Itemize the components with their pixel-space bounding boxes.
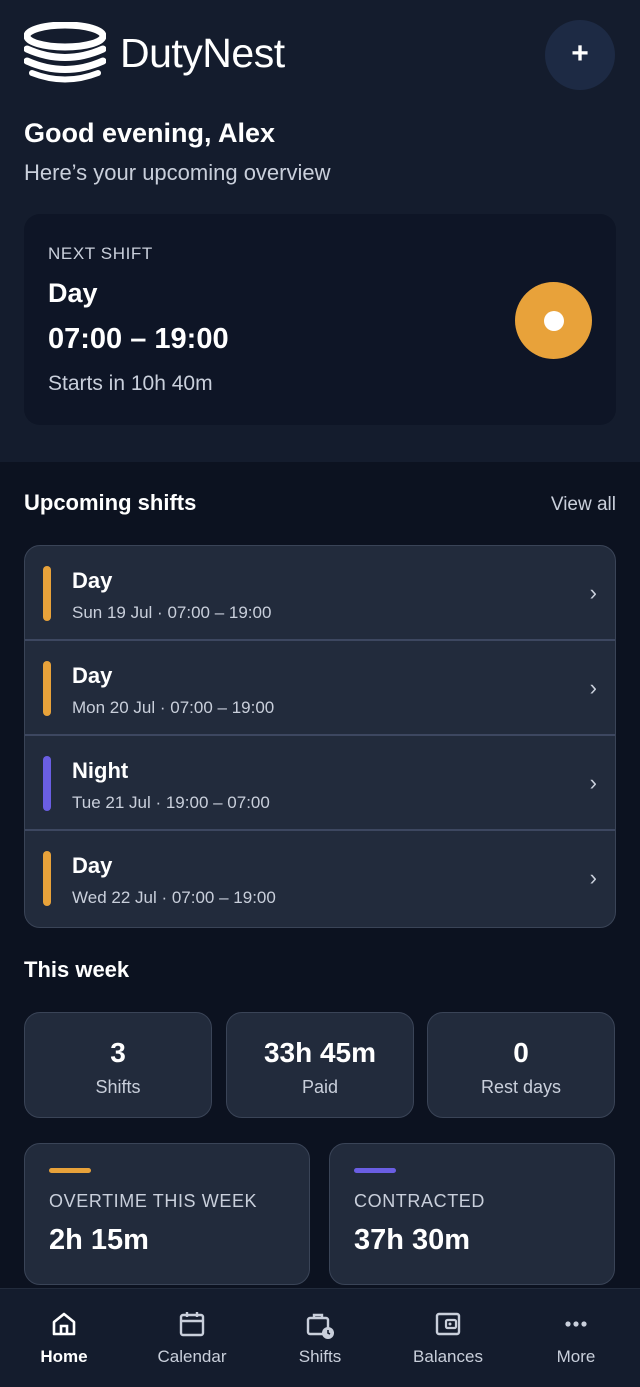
app-name: DutyNest [120, 29, 285, 76]
overtime-label: OVERTIME THIS WEEK [49, 1191, 258, 1211]
next-shift-time: 07:00 – 19:00 [48, 323, 229, 355]
stat-value: 33h 45m [263, 1037, 377, 1068]
tab-more[interactable]: More [512, 1289, 640, 1387]
stat-value: 0 [513, 1037, 529, 1068]
stat-rest-days-card: 0 Rest days [427, 1012, 615, 1118]
overtime-accent-line [49, 1168, 91, 1173]
tab-balances[interactable]: Balances [384, 1289, 512, 1387]
stat-shifts-card: 3 Shifts [24, 1012, 212, 1118]
contracted-accent-line [354, 1168, 396, 1173]
chevron-right-icon: › [589, 865, 597, 890]
tab-label: Balances [413, 1347, 483, 1366]
next-shift-countdown: Starts in 10h 40m [48, 372, 213, 395]
upcoming-shifts-title: Upcoming shifts [24, 490, 197, 515]
this-week-title: This week [24, 957, 130, 982]
chevron-right-icon: › [589, 770, 597, 795]
contracted-value: 37h 30m [354, 1224, 471, 1256]
shift-row[interactable]: Night Tue 21 Jul · 19:00 – 07:00 › [25, 736, 615, 831]
home-icon [52, 1312, 76, 1336]
shift-date-time: Sun 19 Jul · 07:00 – 19:00 [72, 603, 272, 622]
logo-icon [24, 22, 106, 83]
add-shift-button[interactable]: + [545, 20, 615, 90]
stat-paid-card: 33h 45m Paid [226, 1012, 414, 1118]
header-section: DutyNest + Good evening, Alex Here’s you… [0, 0, 640, 462]
shift-type: Night [72, 758, 129, 783]
shift-color-bar [43, 661, 51, 716]
view-all-link[interactable]: View all [551, 494, 616, 516]
stat-label: Paid [301, 1077, 339, 1097]
upcoming-shifts-list: Day Sun 19 Jul · 07:00 – 19:00 › Day Mon… [24, 545, 616, 928]
tab-label: Shifts [298, 1347, 342, 1366]
tab-calendar[interactable]: Calendar [128, 1289, 256, 1387]
plus-icon: + [571, 37, 589, 70]
sun-icon [515, 282, 592, 359]
chevron-right-icon: › [589, 675, 597, 700]
shift-type: Day [72, 568, 113, 593]
shift-row[interactable]: Day Wed 22 Jul · 07:00 – 19:00 › [25, 831, 615, 926]
shift-row[interactable]: Day Sun 19 Jul · 07:00 – 19:00 › [25, 546, 615, 641]
overtime-card: OVERTIME THIS WEEK 2h 15m [24, 1143, 310, 1285]
shift-type: Day [72, 853, 113, 878]
shift-date-time: Wed 22 Jul · 07:00 – 19:00 [72, 888, 276, 907]
next-shift-type: Day [48, 278, 98, 308]
shift-color-bar [43, 851, 51, 906]
tab-label: More [556, 1347, 596, 1366]
calendar-icon [179, 1312, 205, 1337]
overtime-value: 2h 15m [49, 1224, 149, 1256]
next-shift-label: NEXT SHIFT [48, 244, 153, 263]
shift-type: Day [72, 663, 113, 688]
chevron-right-icon: › [589, 580, 597, 605]
greeting-subtitle: Here’s your upcoming overview [24, 160, 331, 185]
bottom-tab-bar: Home Calendar Shifts Balances More [0, 1288, 640, 1387]
stat-value: 3 [110, 1037, 126, 1068]
shift-row[interactable]: Day Mon 20 Jul · 07:00 – 19:00 › [25, 641, 615, 736]
tab-label: Calendar [157, 1347, 227, 1366]
shifts-icon [306, 1313, 334, 1339]
stat-label: Shifts [95, 1077, 141, 1097]
shift-date-time: Mon 20 Jul · 07:00 – 19:00 [72, 698, 275, 717]
shift-color-bar [43, 756, 51, 811]
stat-label: Rest days [480, 1077, 562, 1097]
contracted-label: CONTRACTED [354, 1191, 485, 1211]
next-shift-card[interactable]: NEXT SHIFT Day 07:00 – 19:00 Starts in 1… [24, 214, 616, 425]
app-logo: DutyNest [24, 22, 285, 84]
tab-shifts[interactable]: Shifts [256, 1289, 384, 1387]
tab-label: Home [40, 1347, 88, 1366]
greeting-title: Good evening, Alex [24, 118, 276, 148]
tab-home[interactable]: Home [0, 1289, 128, 1387]
shift-color-bar [43, 566, 51, 621]
contracted-card: CONTRACTED 37h 30m [329, 1143, 615, 1285]
wallet-icon [435, 1312, 461, 1336]
more-icon [565, 1321, 587, 1327]
shift-date-time: Tue 21 Jul · 19:00 – 07:00 [72, 793, 270, 812]
